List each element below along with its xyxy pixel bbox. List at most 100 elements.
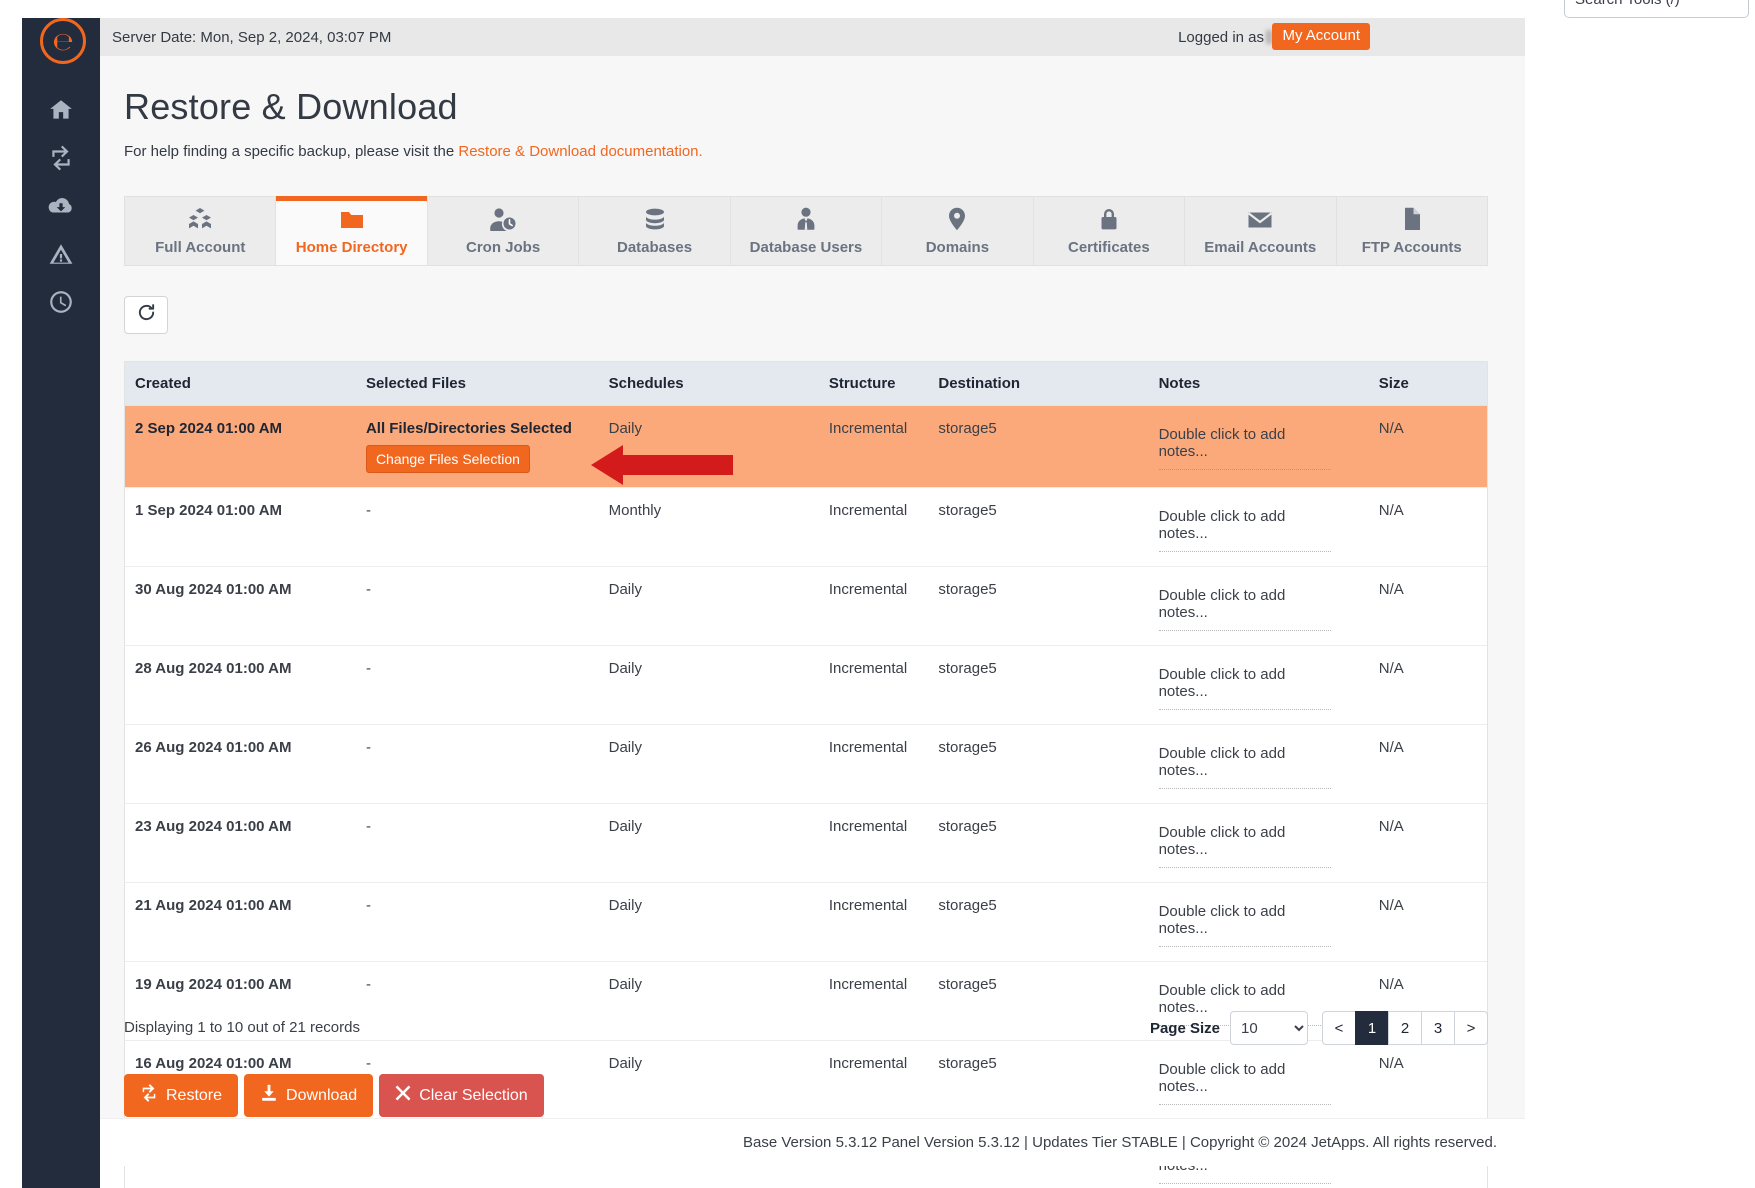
table-row[interactable]: 2 Sep 2024 01:00 AM All Files/Directories… — [125, 405, 1487, 488]
cell-selected-files: - — [355, 724, 599, 804]
sidebar-item-backups[interactable] — [22, 182, 100, 230]
app-root: Search Tools (/) — [0, 0, 1755, 1188]
cell-schedule: Daily — [598, 724, 819, 804]
cell-selected-files: - — [355, 566, 599, 646]
documentation-link[interactable]: Restore & Download documentation. — [458, 143, 702, 160]
cell-schedule: Daily — [598, 1040, 819, 1120]
cell-notes[interactable]: Double click to add notes... — [1148, 724, 1369, 804]
cell-destination: storage5 — [928, 882, 1149, 962]
notes-placeholder[interactable]: Double click to add notes... — [1158, 508, 1331, 552]
brand-logo-icon[interactable]: ℮ — [40, 18, 86, 64]
pagination-page-2-button[interactable]: 2 — [1388, 1011, 1422, 1045]
column-header-notes[interactable]: Notes — [1148, 362, 1369, 406]
cell-created: 21 Aug 2024 01:00 AM — [125, 882, 356, 962]
cubes-icon — [187, 207, 213, 231]
column-header-schedules[interactable]: Schedules — [598, 362, 819, 406]
pagination-next-button[interactable]: > — [1454, 1011, 1488, 1045]
cell-notes[interactable]: Double click to add notes... — [1148, 566, 1369, 646]
notes-placeholder[interactable]: Double click to add notes... — [1158, 1061, 1331, 1105]
column-header-size[interactable]: Size — [1368, 362, 1487, 406]
download-button[interactable]: Download — [244, 1074, 374, 1117]
notes-placeholder[interactable]: Double click to add notes... — [1158, 903, 1331, 947]
notes-placeholder[interactable]: Double click to add notes... — [1158, 666, 1331, 710]
page-footer: Base Version 5.3.12 Panel Version 5.3.12… — [100, 1118, 1525, 1166]
table-row[interactable]: 28 Aug 2024 01:00 AM - Daily Incremental sto… — [125, 645, 1487, 725]
page-subtitle: For help finding a specific backup, plea… — [124, 143, 703, 160]
cell-schedule: Daily — [598, 566, 819, 646]
tab-full-account[interactable]: Full Account — [125, 197, 277, 265]
notes-placeholder[interactable]: Double click to add notes... — [1158, 824, 1331, 868]
cell-selected-files: - — [355, 803, 599, 883]
cell-structure: Incremental — [818, 882, 929, 962]
server-date-text: Server Date: Mon, Sep 2, 2024, 03:07 PM — [112, 29, 392, 46]
tab-ftp-accounts[interactable]: FTP Accounts — [1336, 197, 1487, 265]
cell-notes[interactable]: Double click to add notes... — [1148, 803, 1369, 883]
search-tools-input[interactable]: Search Tools (/) — [1564, 0, 1749, 18]
my-account-button[interactable]: My Account — [1272, 23, 1370, 50]
cell-size: N/A — [1368, 803, 1487, 883]
tab-databases[interactable]: Databases — [579, 197, 731, 265]
pagination-page-1-button[interactable]: 1 — [1355, 1011, 1389, 1045]
envelope-icon — [1247, 207, 1273, 231]
notes-placeholder[interactable]: Double click to add notes... — [1158, 426, 1331, 470]
cell-destination: storage5 — [928, 961, 1149, 1041]
browser-chrome-strip: Search Tools (/) — [0, 0, 1755, 18]
rail-item-list — [22, 86, 100, 326]
table-row[interactable]: 30 Aug 2024 01:00 AM - Daily Incremental sto… — [125, 566, 1487, 646]
cell-notes[interactable]: Double click to add notes... — [1148, 487, 1369, 567]
cell-selected-files: - — [355, 882, 599, 962]
main-panel: Restore & Download For help finding a sp… — [100, 56, 1525, 1188]
tab-label: Full Account — [155, 238, 246, 256]
cell-schedule: Daily — [598, 405, 819, 488]
cell-size: N/A — [1368, 566, 1487, 646]
file-icon — [1402, 207, 1422, 231]
pagination-page-3-button[interactable]: 3 — [1421, 1011, 1455, 1045]
tab-email-accounts[interactable]: Email Accounts — [1185, 197, 1337, 265]
cell-structure: Incremental — [818, 803, 929, 883]
cell-notes[interactable]: Double click to add notes... — [1148, 882, 1369, 962]
refresh-button[interactable] — [124, 296, 168, 334]
cell-structure: Incremental — [818, 724, 929, 804]
table-row[interactable]: 1 Sep 2024 01:00 AM - Monthly Incremental st… — [125, 487, 1487, 567]
tab-certificates[interactable]: Certificates — [1033, 197, 1186, 265]
tab-label: Home Directory — [295, 238, 408, 256]
clear-selection-button[interactable]: Clear Selection — [379, 1074, 544, 1117]
table-row[interactable]: 26 Aug 2024 01:00 AM - Daily Incremental sto… — [125, 724, 1487, 804]
cell-notes[interactable]: Double click to add notes... — [1148, 405, 1369, 488]
tab-domains[interactable]: Domains — [882, 197, 1034, 265]
sidebar-item-alerts[interactable] — [22, 230, 100, 278]
table-row[interactable]: 21 Aug 2024 01:00 AM - Daily Incremental sto… — [125, 882, 1487, 962]
cell-destination: storage5 — [928, 803, 1149, 883]
notes-placeholder[interactable]: Double click to add notes... — [1158, 587, 1331, 631]
selected-files-text: - — [365, 897, 371, 914]
notes-placeholder[interactable]: Double click to add notes... — [1158, 745, 1331, 789]
tab-label: Certificates — [1067, 238, 1150, 256]
tab-home-directory[interactable]: Home Directory — [276, 196, 428, 265]
sidebar-item-restore[interactable] — [22, 134, 100, 182]
pagination-prev-button[interactable]: < — [1322, 1011, 1356, 1045]
cell-structure: Incremental — [818, 961, 929, 1041]
selected-files-text: - — [365, 976, 371, 993]
logged-in-prefix: Logged in as — [1178, 29, 1264, 46]
cell-created: 28 Aug 2024 01:00 AM — [125, 645, 356, 725]
cell-notes[interactable]: Double click to add notes... — [1148, 1040, 1369, 1120]
column-header-destination[interactable]: Destination — [928, 362, 1149, 406]
cell-created: 23 Aug 2024 01:00 AM — [125, 803, 356, 883]
sidebar-item-home[interactable] — [22, 86, 100, 134]
sidebar-item-history[interactable] — [22, 278, 100, 326]
table-row[interactable]: 23 Aug 2024 01:00 AM - Daily Incremental sto… — [125, 803, 1487, 883]
page-size-label: Page Size — [1149, 1019, 1220, 1037]
restore-button[interactable]: Restore — [124, 1074, 239, 1117]
table-body: 2 Sep 2024 01:00 AM All Files/Directories… — [125, 405, 1487, 1188]
cell-notes[interactable]: Double click to add notes... — [1148, 645, 1369, 725]
column-header-structure[interactable]: Structure — [818, 362, 929, 406]
column-header-created[interactable]: Created — [125, 362, 356, 406]
tab-cron-jobs[interactable]: Cron Jobs — [427, 197, 580, 265]
tab-database-users[interactable]: Database Users — [730, 197, 883, 265]
column-header-selected[interactable]: Selected Files — [355, 362, 599, 406]
page-size-select[interactable]: 102550100 — [1230, 1011, 1308, 1045]
cell-structure: Incremental — [818, 1040, 929, 1120]
change-files-selection-button[interactable]: Change Files Selection — [365, 445, 530, 473]
cell-structure: Incremental — [818, 405, 929, 488]
selected-files-text: - — [365, 1055, 371, 1072]
